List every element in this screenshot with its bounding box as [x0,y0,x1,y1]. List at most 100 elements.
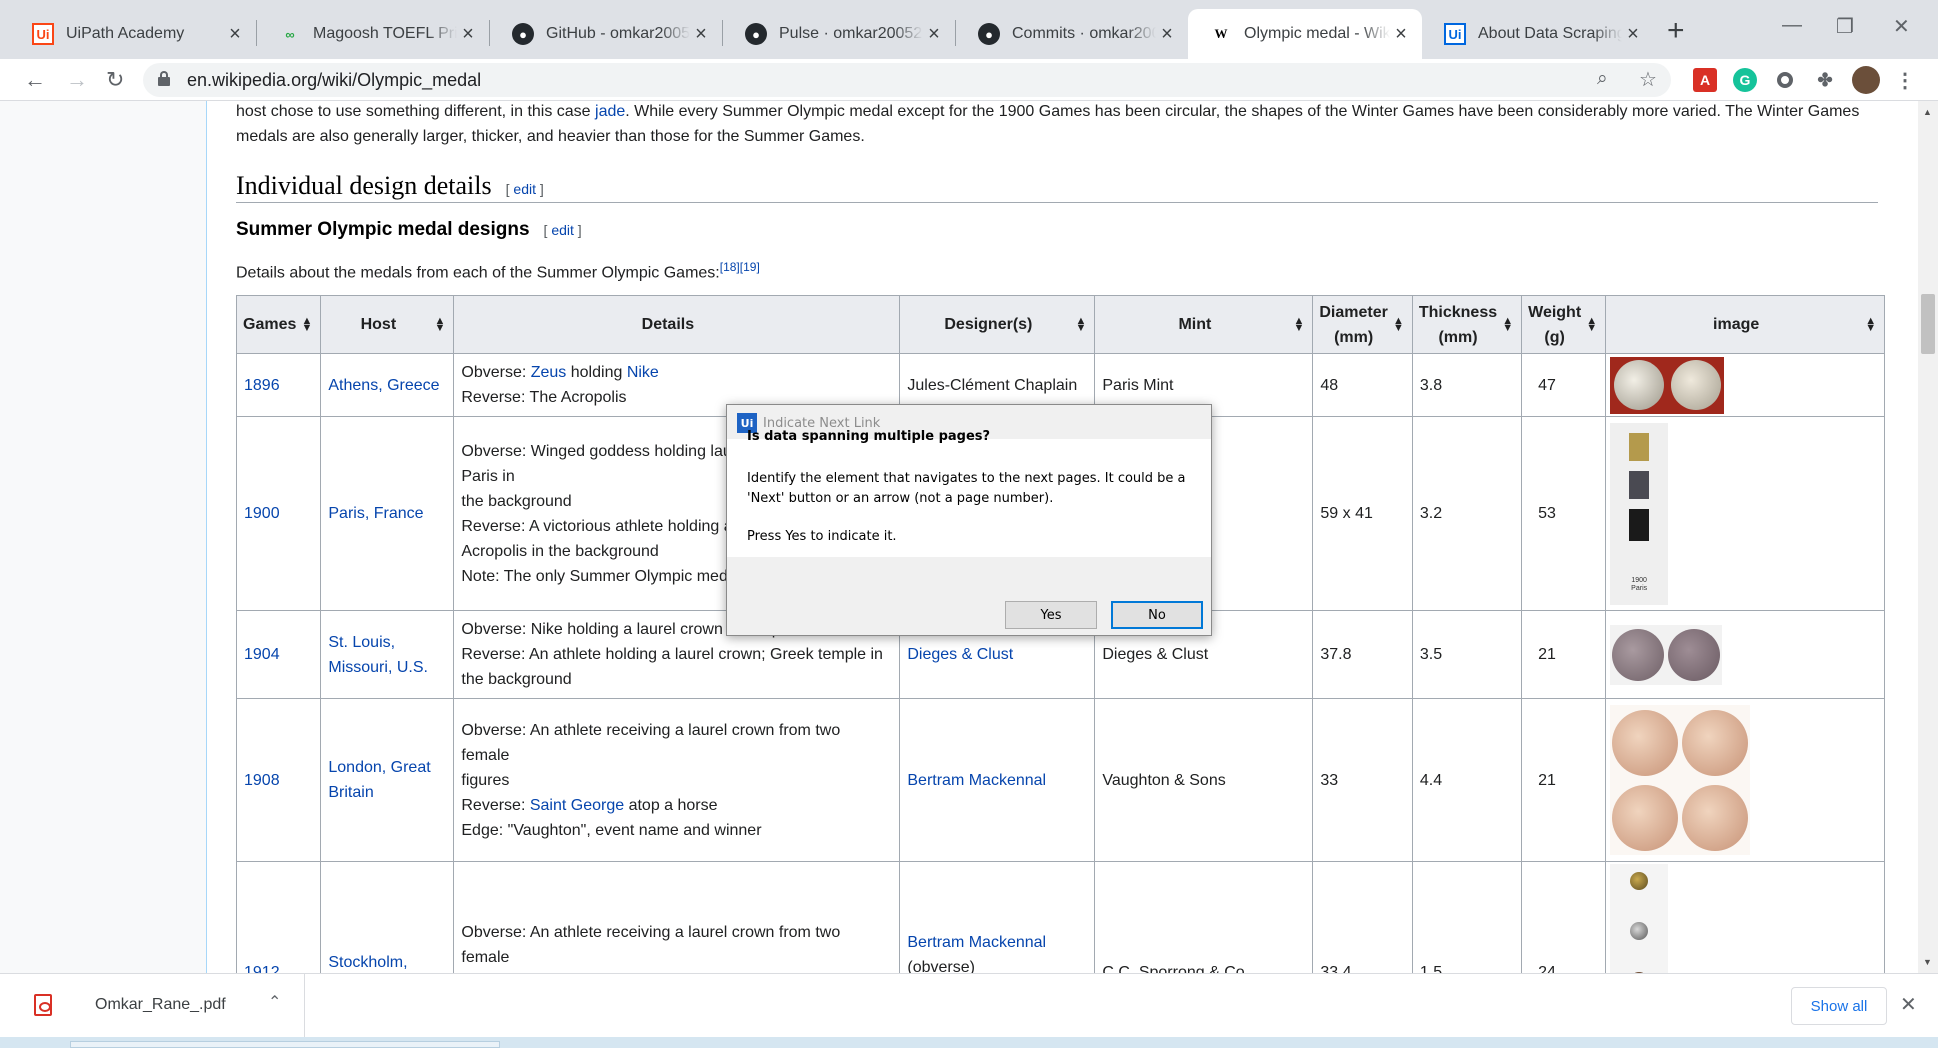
games-link[interactable]: 1912 [244,964,280,973]
edit-subsection-link[interactable]: [ edit ] [544,222,582,238]
bookmark-star-icon[interactable]: ☆ [1639,67,1657,92]
close-tab-icon[interactable]: × [457,23,479,46]
restore-icon[interactable]: ❐ [1836,14,1854,39]
weight-cell: 21 [1521,610,1607,699]
forward-icon[interactable]: → [66,67,88,93]
thickness-cell: 3.5 [1411,610,1523,699]
sort-icon[interactable]: ▲ ▼ [434,315,445,333]
column-header-games[interactable]: Games ▲ ▼ [235,295,322,354]
edit-section-link[interactable]: [ edit ] [506,181,544,197]
designer-link[interactable]: Bertram Mackennal [907,772,1046,789]
scroll-down-arrow-icon[interactable]: ▼ [1923,957,1932,967]
subsection-intro-text: Details about the medals from each of th… [236,264,720,282]
show-all-button[interactable]: Show all [1791,987,1887,1025]
scrollbar-thumb[interactable] [1921,294,1935,354]
close-tab-icon[interactable]: × [1156,23,1178,46]
minimize-icon[interactable]: — [1782,14,1802,37]
column-header-image[interactable]: image ▲ ▼ [1605,295,1886,354]
zoom-icon[interactable]: ⌕ [1597,68,1608,90]
host-link[interactable]: St. Louis, [328,634,395,651]
column-header-thickness[interactable]: Thickness (mm) ▲ ▼ [1411,295,1523,354]
lock-icon[interactable] [158,71,170,86]
medal-image-1912[interactable] [1610,864,1669,973]
column-header-designers[interactable]: Designer(s) ▲ ▼ [899,295,1096,354]
games-link[interactable]: 1900 [244,505,280,522]
sort-icon[interactable]: ▲ ▼ [301,315,312,333]
nike-link[interactable]: Nike [627,364,659,381]
close-tab-icon[interactable]: × [1622,23,1644,46]
back-icon[interactable]: ← [24,67,46,93]
medal-image-1896[interactable] [1610,356,1725,414]
zeus-link[interactable]: Zeus [531,364,567,381]
column-header-host[interactable]: Host ▲ ▼ [320,295,455,354]
vertical-scrollbar[interactable]: ▲ ▼ [1918,101,1938,973]
intro-text: medals are also generally larger, thicke… [236,128,865,145]
reload-icon[interactable]: ↻ [106,67,124,93]
tab-pulse[interactable]: ● Pulse · omkar2005203/ × [723,9,955,59]
edit-link-text[interactable]: edit [551,222,574,238]
edit-link-text[interactable]: edit [513,181,536,197]
jade-link[interactable]: jade [595,103,625,120]
chevron-up-icon[interactable]: ⌃ [268,992,281,1012]
close-downloads-icon[interactable]: ✕ [1900,992,1917,1017]
details-text: holding [566,364,627,381]
column-header-diameter[interactable]: Diameter (mm) ▲ ▼ [1312,295,1413,354]
host-link[interactable]: Missouri, U.S. [328,659,428,676]
address-bar[interactable]: en.wikipedia.org/wiki/Olympic_medal ⌕ ☆ [143,63,1671,97]
host-link[interactable]: Athens, Greece [328,377,439,394]
details-text: atop a horse [624,796,718,814]
tab-magoosh[interactable]: ∞ Magoosh TOEFL Pricing × [257,9,489,59]
scroll-up-arrow-icon[interactable]: ▲ [1923,107,1932,117]
pdf-file-icon[interactable] [34,994,52,1016]
yes-button[interactable]: Yes [1005,601,1097,629]
download-filename[interactable]: Omkar_Rane_.pdf [95,996,226,1014]
sort-icon[interactable]: ▲ ▼ [1586,315,1597,333]
header-label: Details [641,316,695,333]
dialog-description: Identify the element that navigates to t… [747,471,1186,506]
extension-circle-icon[interactable] [1773,68,1797,92]
saint-george-link[interactable]: Saint George [530,797,624,814]
sort-icon[interactable]: ▲ ▼ [1075,315,1086,333]
tab-commits[interactable]: ● Commits · omkar2005203/ × [956,9,1188,59]
designer-link[interactable]: Bertram Mackennal [907,934,1046,951]
weight-cell: 24 [1521,861,1607,973]
tab-olympic-medal[interactable]: W Olympic medal - Wikipedia × [1188,9,1422,59]
wikipedia-icon: W [1214,26,1228,41]
close-tab-icon[interactable]: × [1390,23,1412,46]
sort-icon[interactable]: ▲ ▼ [1293,315,1304,333]
extensions-puzzle-icon[interactable]: ✤ [1813,68,1837,92]
sort-icon[interactable]: ▲ ▼ [1865,315,1876,333]
close-window-icon[interactable]: ✕ [1893,14,1910,39]
close-tab-icon[interactable]: × [224,23,246,46]
medal-image-1900[interactable]: 1900 Paris [1610,422,1669,605]
column-header-mint[interactable]: Mint ▲ ▼ [1094,295,1314,354]
subsection-intro: Details about the medals from each of th… [236,255,760,285]
menu-kebab-icon[interactable]: ⋮ [1893,68,1917,92]
no-button[interactable]: No [1111,601,1203,629]
acrobat-extension-icon[interactable]: A [1693,68,1717,92]
new-tab-button[interactable]: + [1667,14,1685,48]
designer-link[interactable]: Dieges & Clust [907,646,1013,663]
games-link[interactable]: 1896 [244,377,280,394]
tab-about-data-scraping[interactable]: Ui About Data Scraping × [1422,9,1654,59]
host-link[interactable]: London, Great [328,759,430,776]
tab-github[interactable]: ● GitHub - omkar2005203/ × [490,9,722,59]
medal-image-1904[interactable] [1610,624,1723,685]
games-link[interactable]: 1904 [244,646,280,663]
profile-avatar[interactable] [1852,66,1880,94]
close-tab-icon[interactable]: × [690,23,712,46]
medal-image-1908[interactable] [1610,705,1751,855]
sort-icon[interactable]: ▲ ▼ [1393,315,1404,333]
host-link[interactable]: Stockholm, [328,954,407,971]
close-tab-icon[interactable]: × [923,23,945,46]
sort-icon[interactable]: ▲ ▼ [1502,315,1513,333]
grammarly-extension-icon[interactable]: G [1733,68,1757,92]
taskbar-item[interactable] [70,1041,500,1048]
games-link[interactable]: 1908 [244,772,280,789]
host-link[interactable]: Paris, France [328,505,423,522]
column-header-weight[interactable]: Weight (g) ▲ ▼ [1521,295,1607,354]
host-link[interactable]: Britain [328,784,373,801]
tab-uipath-academy[interactable]: Ui UiPath Academy × [10,9,256,59]
reference-link[interactable]: [18][19] [720,260,760,274]
details-text: Obverse: [461,364,531,381]
